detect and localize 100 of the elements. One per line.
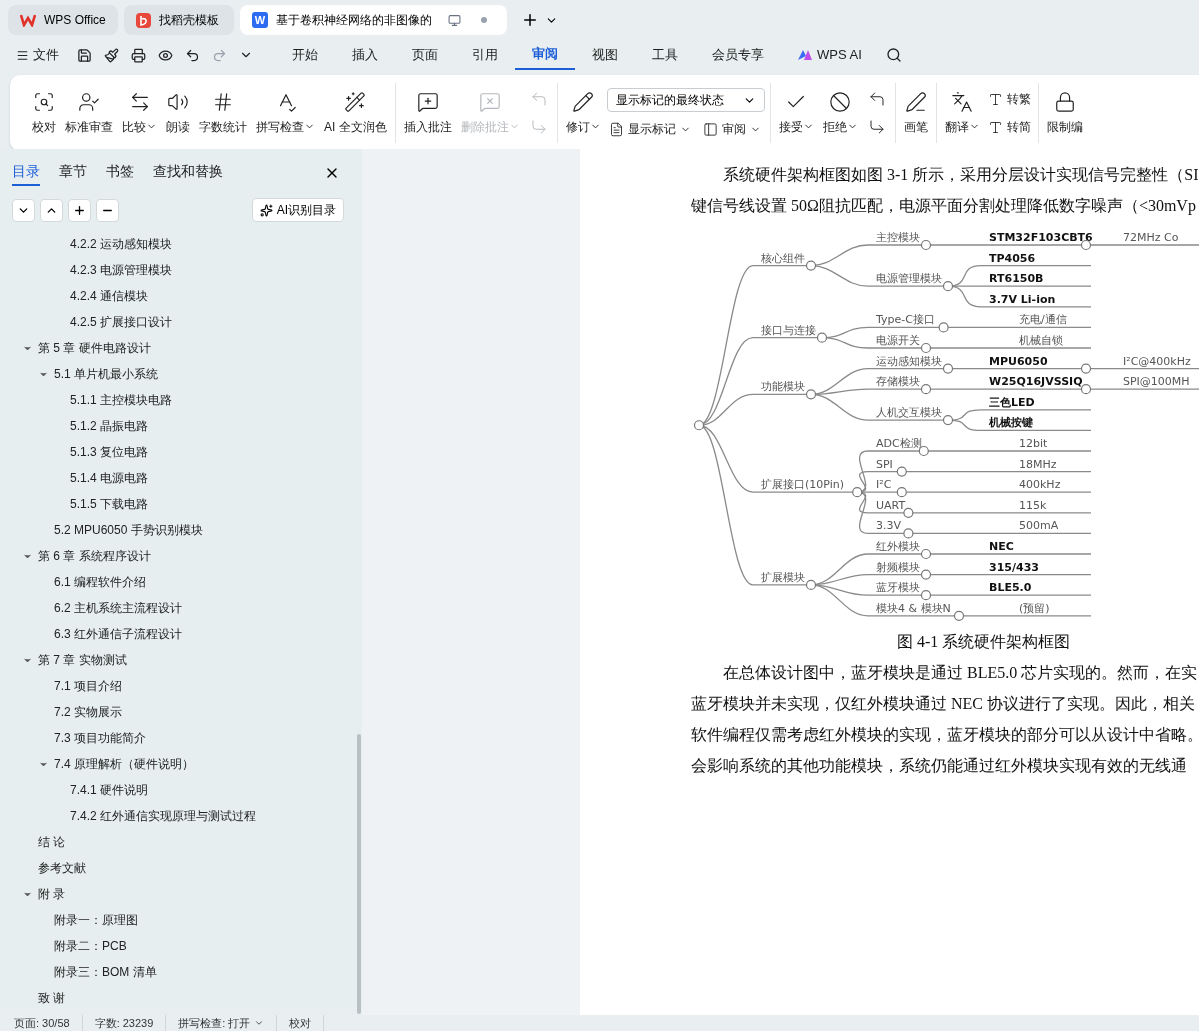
ribbon-button[interactable]: 画笔: [900, 86, 931, 140]
toc-item[interactable]: 7.4.1 硬件说明: [70, 781, 149, 799]
sidebar-tab[interactable]: 书签: [106, 160, 134, 186]
ribbon-button[interactable]: 拼写检查: [253, 86, 318, 140]
sidebar-tab[interactable]: 查找和替换: [153, 160, 223, 186]
wps-ai-button[interactable]: WPS AI: [797, 45, 862, 65]
node-label: BLE5.0: [989, 581, 1032, 595]
toc-item[interactable]: 7.2 实物展示: [54, 703, 122, 721]
node-circle: [920, 384, 932, 395]
ribbon-small-button[interactable]: 转繁: [985, 90, 1033, 108]
ribbon-small-button[interactable]: 显示标记: [606, 120, 693, 138]
node-circle: [852, 487, 863, 498]
menu-tab[interactable]: 会员专享: [695, 40, 781, 70]
ribbon-button[interactable]: 修订: [562, 86, 604, 140]
node-label: 机械自锁: [1019, 334, 1063, 347]
menu-tab[interactable]: 审阅: [515, 40, 575, 70]
ribbon-button[interactable]: 字数统计: [196, 86, 250, 140]
toc-item[interactable]: 6.2 主机系统主流程设计: [54, 599, 182, 617]
sidebar-tab[interactable]: 章节: [59, 160, 87, 186]
node-label: 72MHz Co: [1123, 231, 1179, 244]
app-tab[interactable]: 找稻壳模板: [124, 5, 234, 35]
paragraph-line: 蓝牙模块并未实现，仅红外模块通过 NEC 协议进行了实现。因此，相关: [691, 694, 1196, 714]
scrollbar-thumb[interactable]: [357, 734, 361, 1014]
ribbon-small-icon: [987, 91, 1003, 107]
node-label: RT6150B: [989, 272, 1044, 286]
file-menu-button[interactable]: 文件: [16, 45, 59, 65]
toc-item[interactable]: 7.4.2 红外通信实现原理与测试过程: [70, 807, 257, 825]
ai-outline-button[interactable]: AI识别目录: [251, 198, 344, 222]
menu-tab[interactable]: 引用: [455, 40, 515, 70]
toc-item[interactable]: 5.1.5 下载电路: [70, 495, 149, 513]
menu-tab[interactable]: 工具: [635, 40, 695, 70]
search-icon[interactable]: [885, 47, 902, 63]
toc-item[interactable]: 第 5 章 硬件电路设计: [38, 339, 151, 357]
toc-item[interactable]: 4.2.2 运动感知模块: [70, 235, 173, 253]
outline-tool-button[interactable]: [12, 198, 35, 222]
outline-tool-button[interactable]: [40, 198, 63, 222]
ribbon-button[interactable]: 朗读: [163, 86, 193, 140]
node-label: 12bit: [1019, 437, 1048, 450]
toc-item[interactable]: 附录三：BOM 清单: [54, 963, 157, 981]
toc-item[interactable]: 6.1 编程软件介绍: [54, 573, 146, 591]
toc-item[interactable]: 第 6 章 系统程序设计: [38, 547, 151, 565]
toc-item[interactable]: 5.2 MPU6050 手势识别模块: [54, 521, 203, 539]
node-circle: [805, 389, 817, 400]
ribbon-small-button[interactable]: 审阅: [700, 120, 763, 138]
markup-select[interactable]: 显示标记的最终状态: [606, 88, 765, 112]
preview-icon[interactable]: [158, 47, 173, 63]
toc-item[interactable]: 5.1 单片机最小系统: [54, 365, 158, 383]
toc-item[interactable]: 致 谢: [38, 989, 66, 1007]
node-label: 500mA: [1019, 519, 1059, 533]
node-label: W25Q16JVSSIQ: [989, 375, 1083, 389]
toc-item[interactable]: 4.2.5 扩展接口设计: [70, 313, 173, 331]
node-label: TP4056: [989, 251, 1036, 265]
ribbon-button[interactable]: 限制编: [1043, 86, 1086, 140]
toc-item[interactable]: 7.3 项目功能简介: [54, 729, 146, 747]
ribbon-button[interactable]: 接受: [775, 86, 817, 140]
toc-item[interactable]: 附 录: [38, 885, 66, 903]
toc-item[interactable]: 6.3 红外通信子流程设计: [54, 625, 182, 643]
toc-item[interactable]: 结 论: [38, 833, 66, 851]
menu-tab[interactable]: 开始: [275, 40, 335, 70]
toc-item[interactable]: 5.1.2 晶振电路: [70, 417, 149, 435]
toc-item[interactable]: 第 7 章 实物测试: [38, 651, 127, 669]
ribbon-button[interactable]: 比较: [119, 86, 160, 140]
app-tab[interactable]: W 基于卷积神经网络的非图像的: [240, 5, 507, 35]
toc-item[interactable]: 附录二：PCB: [54, 937, 127, 955]
toc-item[interactable]: 4.2.3 电源管理模块: [70, 261, 173, 279]
node-circle: [920, 239, 932, 251]
ribbon-button[interactable]: 翻译: [941, 86, 983, 140]
node-label: SPI@100MH: [1123, 375, 1190, 389]
save-icon[interactable]: [77, 47, 92, 63]
undo-icon[interactable]: [185, 47, 200, 63]
app-tab[interactable]: WPS Office: [8, 5, 118, 35]
ribbon-button[interactable]: 校对: [29, 86, 59, 140]
toc-item[interactable]: 7.4 原理解析（硬件说明）: [54, 755, 194, 773]
outline-tool-button[interactable]: [68, 198, 91, 222]
node-label: MPU6050: [989, 354, 1048, 368]
toc-item[interactable]: 参考文献: [38, 859, 86, 877]
menu-tab[interactable]: 视图: [575, 40, 635, 70]
ribbon-button[interactable]: 标准审查: [62, 86, 116, 140]
menu-tab[interactable]: 页面: [395, 40, 455, 70]
node-label: I²C@400kHz: [1123, 354, 1191, 368]
ribbon-small-button[interactable]: 转简: [985, 118, 1033, 136]
tab-label: 基于卷积神经网络的非图像的: [276, 12, 432, 29]
sidebar-tab[interactable]: 目录: [12, 160, 40, 186]
node-circle: [903, 528, 914, 539]
status-item[interactable]: 拼写检查: 打开: [178, 1014, 278, 1031]
menu-tab[interactable]: 插入: [335, 40, 395, 70]
toc-item[interactable]: 附录一：原理图: [54, 911, 138, 929]
toc-item[interactable]: 5.1.4 电源电路: [70, 469, 149, 487]
ribbon-icon: [1053, 90, 1076, 113]
print-icon[interactable]: [131, 47, 146, 63]
toc-item[interactable]: 4.2.4 通信模块: [70, 287, 149, 305]
ribbon-button[interactable]: AI 全文润色: [321, 86, 390, 140]
ribbon-button[interactable]: 拒绝: [819, 86, 861, 140]
toc-item[interactable]: 5.1.3 复位电路: [70, 443, 149, 461]
ribbon-button[interactable]: 插入批注: [400, 86, 455, 140]
toc-item[interactable]: 7.1 项目介绍: [54, 677, 122, 695]
new-tab-icon[interactable]: [521, 11, 539, 29]
ribbon-icon: [829, 90, 852, 113]
brush-icon[interactable]: [104, 47, 119, 63]
toc-item[interactable]: 5.1.1 主控模块电路: [70, 391, 173, 409]
